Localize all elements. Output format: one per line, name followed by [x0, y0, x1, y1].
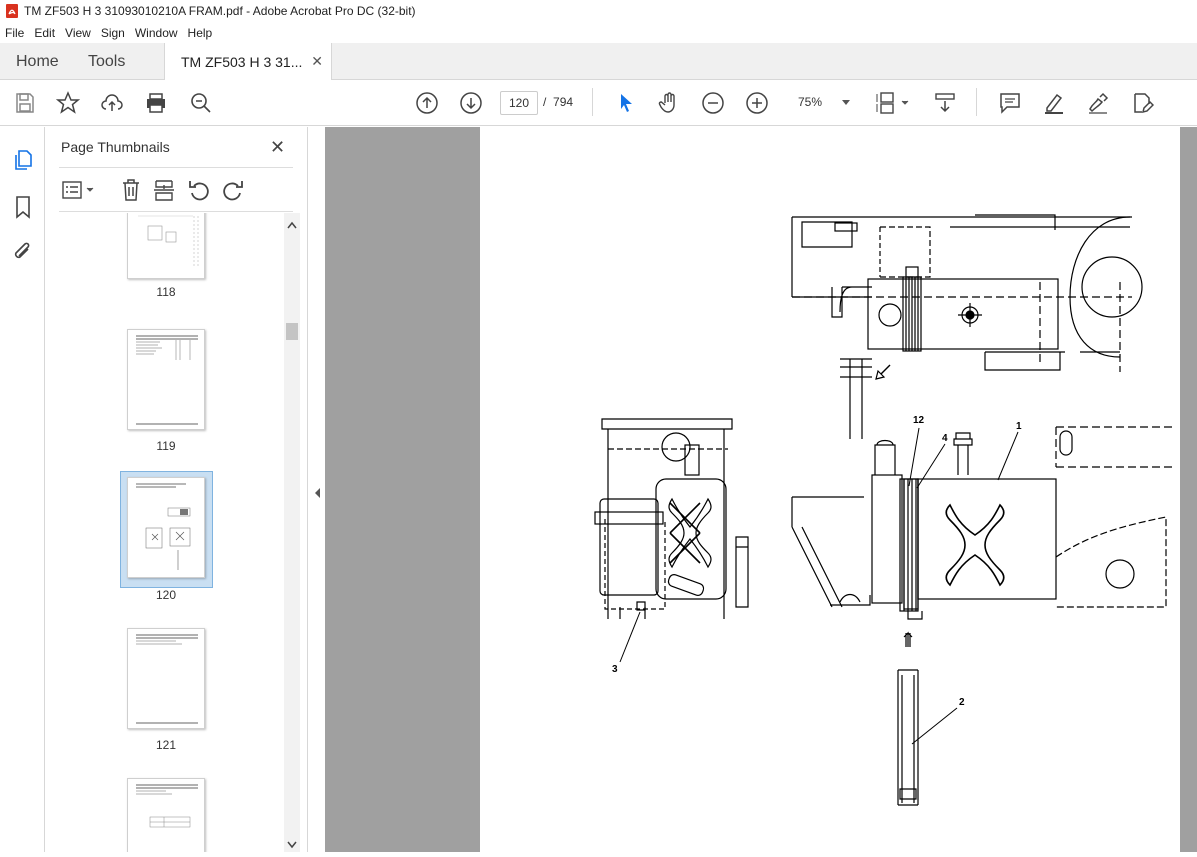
scrollbar-thumb[interactable]: [286, 323, 298, 340]
scroll-up-arrow-icon[interactable]: [287, 221, 297, 229]
highlight-pen-icon[interactable]: [1042, 91, 1066, 115]
page-fit-icon[interactable]: [876, 91, 912, 115]
tab-home[interactable]: Home: [16, 53, 59, 81]
page-count-label: / 794: [543, 95, 574, 109]
thumbnail-page-121[interactable]: [127, 628, 205, 729]
title-bar: TM ZF503 H 3 31093010210A FRAM.pdf - Ado…: [0, 0, 1197, 22]
tab-document[interactable]: TM ZF503 H 3 31... ✕: [164, 43, 332, 80]
thumbnail-list: 118 119 120 121: [59, 213, 287, 852]
extract-page-icon[interactable]: [153, 178, 175, 202]
thumbnail-label: 118: [156, 285, 176, 299]
scroll-mode-icon[interactable]: [933, 91, 957, 115]
tab-bar: Home Tools TM ZF503 H 3 31... ✕: [0, 43, 1197, 80]
zoom-level-value: 75%: [798, 95, 823, 109]
edit-pdf-icon[interactable]: [1130, 91, 1154, 115]
callout-label-4: 4: [942, 433, 948, 444]
panel-title: Page Thumbnails: [61, 139, 170, 155]
callout-label-1: 1: [1016, 421, 1022, 432]
zoom-out-icon[interactable]: [701, 91, 725, 115]
page-number-input[interactable]: 120: [500, 91, 538, 115]
technical-drawing: 12 4 1 3 2: [594, 214, 1176, 806]
print-icon[interactable]: [144, 91, 168, 115]
callout-label-12: 12: [913, 415, 925, 426]
zoom-search-icon[interactable]: [189, 91, 213, 115]
bookmarks-icon[interactable]: [13, 195, 33, 219]
thumbnail-page-122[interactable]: [127, 778, 205, 852]
thumbnail-page-119[interactable]: [127, 329, 205, 430]
next-page-icon[interactable]: [459, 91, 483, 115]
left-navigation-rail: [0, 127, 45, 852]
previous-page-icon[interactable]: [415, 91, 439, 115]
panel-divider: [59, 211, 293, 212]
page-thumbnails-icon[interactable]: [12, 149, 34, 171]
attachments-paperclip-icon[interactable]: [12, 241, 34, 265]
tab-tools[interactable]: Tools: [88, 53, 125, 81]
callout-label-3: 3: [612, 664, 618, 675]
close-tab-icon[interactable]: ✕: [311, 53, 323, 70]
document-tab-label: TM ZF503 H 3 31...: [181, 53, 303, 70]
upload-cloud-icon[interactable]: [100, 91, 124, 115]
zoom-level-dropdown[interactable]: 75%: [786, 91, 856, 115]
window-title: TM ZF503 H 3 31093010210A FRAM.pdf - Ado…: [24, 4, 416, 18]
thumbnail-label: 119: [156, 439, 176, 453]
document-view[interactable]: 12 4 1 3 2: [325, 127, 1197, 852]
thumbnail-options-icon[interactable]: [61, 179, 97, 201]
comment-icon[interactable]: [998, 91, 1022, 115]
zoom-in-icon[interactable]: [745, 91, 769, 115]
thumbnail-label: 120: [155, 588, 177, 602]
menu-window[interactable]: Window: [130, 26, 183, 40]
callout-label-2: 2: [959, 697, 965, 708]
thumbnail-label: 121: [155, 738, 177, 752]
select-cursor-icon[interactable]: [614, 91, 638, 115]
panel-divider: [59, 167, 293, 168]
rotate-right-icon[interactable]: [221, 178, 245, 202]
scroll-down-arrow-icon[interactable]: [287, 841, 297, 849]
menu-view[interactable]: View: [60, 26, 96, 40]
chevron-down-icon: [842, 100, 850, 105]
panel-splitter[interactable]: [307, 127, 325, 852]
delete-page-icon[interactable]: [120, 178, 142, 202]
collapse-panel-arrow-icon[interactable]: [313, 487, 321, 499]
menu-sign[interactable]: Sign: [96, 26, 130, 40]
thumbnail-page-120[interactable]: [127, 477, 205, 578]
menu-file[interactable]: File: [0, 26, 29, 40]
thumbnail-page-118[interactable]: [127, 213, 205, 279]
pdf-app-icon: [6, 4, 18, 18]
bookmark-star-icon[interactable]: [56, 91, 80, 115]
pdf-page: 12 4 1 3 2: [480, 127, 1180, 852]
toolbar-divider: [592, 88, 593, 116]
page-thumbnails-panel: Page Thumbnails ✕ 118 119 120 121: [45, 127, 307, 852]
menu-bar: File Edit View Sign Window Help: [0, 22, 1197, 43]
rotate-left-icon[interactable]: [187, 178, 211, 202]
save-icon[interactable]: [13, 91, 37, 115]
menu-edit[interactable]: Edit: [29, 26, 60, 40]
menu-help[interactable]: Help: [183, 26, 218, 40]
thumbnail-scrollbar[interactable]: [284, 213, 300, 852]
close-panel-icon[interactable]: ✕: [270, 137, 285, 158]
hand-tool-icon[interactable]: [657, 91, 681, 115]
draw-sign-icon[interactable]: [1086, 91, 1110, 115]
toolbar-divider: [976, 88, 977, 116]
